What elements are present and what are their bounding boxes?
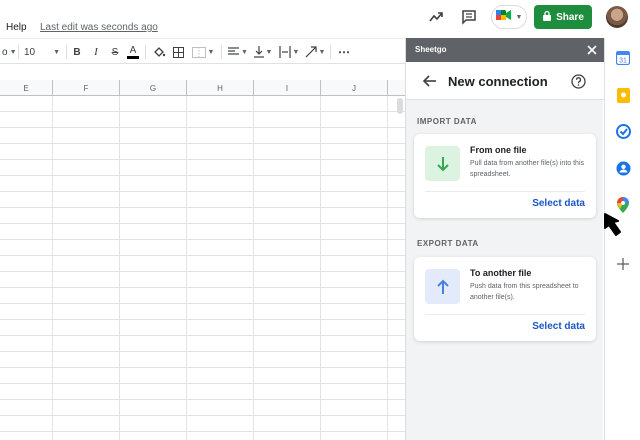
cell-area[interactable] bbox=[0, 96, 405, 440]
share-button[interactable]: Share bbox=[534, 5, 592, 29]
svg-text:31: 31 bbox=[619, 58, 627, 65]
toolbar-divider bbox=[66, 45, 67, 59]
lock-icon bbox=[542, 10, 552, 24]
last-edit-link[interactable]: Last edit was seconds ago bbox=[40, 22, 158, 33]
align-vertical-icon[interactable]: ▼ bbox=[252, 44, 274, 60]
spreadsheet-grid[interactable]: E F G H I J bbox=[0, 80, 405, 440]
text-rotation-icon[interactable]: ▼ bbox=[304, 44, 326, 60]
card-title: From one file bbox=[470, 145, 527, 155]
close-icon[interactable] bbox=[585, 43, 599, 57]
font-size-select[interactable]: 10 ▼ bbox=[24, 44, 60, 60]
more-options-icon[interactable]: ⋯ bbox=[337, 44, 351, 60]
column-header[interactable]: J bbox=[321, 80, 388, 96]
card-title: To another file bbox=[470, 268, 532, 278]
column-header[interactable]: E bbox=[0, 80, 53, 96]
divider bbox=[425, 191, 585, 192]
divider bbox=[425, 314, 585, 315]
contacts-icon[interactable] bbox=[615, 160, 631, 176]
calendar-icon[interactable]: 31 bbox=[615, 50, 631, 66]
import-card[interactable]: From one file Pull data from another fil… bbox=[414, 134, 596, 218]
export-section-label: EXPORT DATA bbox=[417, 239, 479, 248]
meet-button[interactable]: ▼ bbox=[491, 5, 527, 29]
column-header[interactable]: I bbox=[254, 80, 321, 96]
keep-icon[interactable] bbox=[615, 87, 631, 103]
column-header[interactable]: F bbox=[53, 80, 120, 96]
strikethrough-button[interactable]: S bbox=[109, 44, 121, 60]
merge-cells-icon[interactable]: ▼ bbox=[191, 44, 215, 60]
card-description: Pull data from another file(s) into this… bbox=[470, 160, 584, 178]
add-icon[interactable] bbox=[615, 256, 631, 272]
panel-title: Sheetgo bbox=[415, 45, 447, 54]
vertical-scrollbar[interactable] bbox=[397, 98, 403, 114]
mouse-cursor-icon bbox=[604, 213, 621, 236]
toolbar-divider bbox=[145, 45, 146, 59]
column-header[interactable]: H bbox=[187, 80, 254, 96]
select-data-button[interactable]: Select data bbox=[532, 321, 585, 332]
toolbar-divider bbox=[18, 45, 19, 59]
toolbar-divider bbox=[221, 45, 222, 59]
page-title: New connection bbox=[448, 74, 548, 89]
sheetgo-panel: Sheetgo New connection IMPORT DATA From … bbox=[405, 38, 604, 440]
import-section-label: IMPORT DATA bbox=[417, 117, 477, 126]
arrow-up-icon bbox=[425, 269, 460, 304]
help-icon[interactable] bbox=[570, 73, 586, 89]
align-horizontal-icon[interactable]: ▼ bbox=[227, 44, 249, 60]
tasks-icon[interactable] bbox=[615, 123, 631, 139]
fill-color-icon[interactable] bbox=[152, 44, 166, 60]
toolbar-divider bbox=[330, 45, 331, 59]
column-header[interactable]: G bbox=[120, 80, 187, 96]
panel-nav: New connection bbox=[406, 62, 604, 100]
top-bar: Help Last edit was seconds ago ▼ Share bbox=[0, 0, 640, 38]
formatting-toolbar: o ▼ 10 ▼ B I S A ▼ ▼ ▼ ▼ ▼ ⋯ bbox=[0, 38, 405, 64]
font-family-select[interactable]: o ▼ bbox=[2, 44, 17, 60]
menu-help[interactable]: Help bbox=[6, 22, 27, 33]
meet-icon bbox=[495, 8, 512, 26]
back-arrow-icon[interactable] bbox=[422, 73, 438, 89]
italic-button[interactable]: I bbox=[90, 44, 102, 60]
borders-icon[interactable] bbox=[171, 44, 185, 60]
panel-header: Sheetgo bbox=[406, 38, 604, 62]
select-data-button[interactable]: Select data bbox=[532, 198, 585, 209]
text-wrap-icon[interactable]: ▼ bbox=[278, 44, 300, 60]
trending-icon[interactable] bbox=[427, 8, 445, 26]
arrow-down-icon bbox=[425, 146, 460, 181]
bold-button[interactable]: B bbox=[71, 44, 83, 60]
export-card[interactable]: To another file Push data from this spre… bbox=[414, 257, 596, 341]
card-description: Push data from this spreadsheet to anoth… bbox=[470, 283, 579, 301]
text-color-button[interactable]: A bbox=[127, 44, 139, 59]
column-headers: E F G H I J bbox=[0, 80, 405, 96]
avatar[interactable] bbox=[606, 6, 628, 28]
comment-icon[interactable] bbox=[460, 8, 478, 26]
chevron-down-icon: ▼ bbox=[515, 13, 523, 21]
share-label: Share bbox=[556, 11, 584, 23]
maps-icon[interactable] bbox=[615, 197, 631, 213]
